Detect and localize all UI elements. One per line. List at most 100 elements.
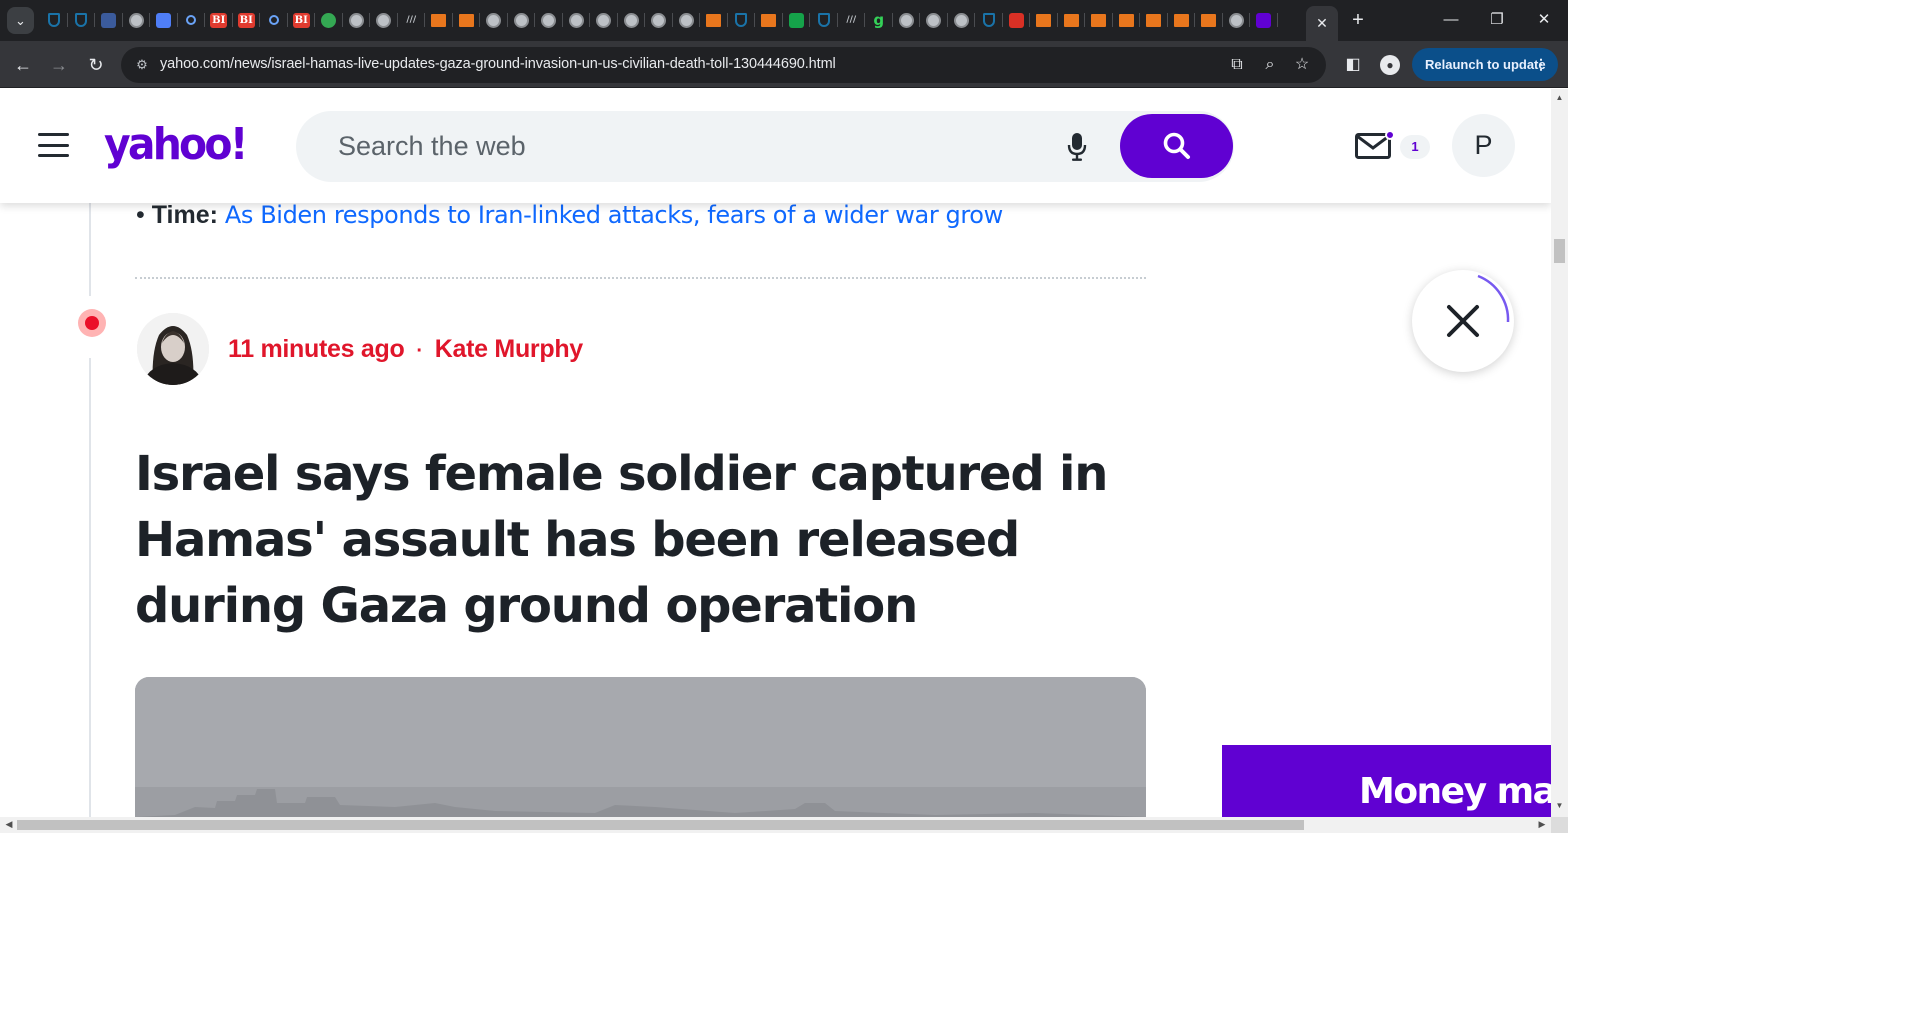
site-info-icon[interactable]: ⚙ bbox=[133, 56, 151, 74]
user-avatar[interactable]: P bbox=[1452, 114, 1515, 177]
search-button[interactable] bbox=[1120, 114, 1233, 178]
tab-bookmark-icon[interactable] bbox=[1030, 10, 1058, 30]
tab-bi-icon[interactable]: BI bbox=[288, 10, 316, 30]
tab-globe-icon[interactable] bbox=[948, 10, 976, 30]
tab-slash-icon[interactable]: /// bbox=[838, 10, 866, 30]
tab-bookmark-icon[interactable] bbox=[1195, 10, 1223, 30]
minimize-button[interactable]: — bbox=[1436, 9, 1466, 31]
tab-globe-icon[interactable] bbox=[618, 10, 646, 30]
web-page: yahoo! 1 P • Time: As Biden resp bbox=[0, 89, 1551, 817]
reload-icon[interactable]: ↻ bbox=[83, 52, 109, 78]
tab-globe-icon[interactable] bbox=[673, 10, 701, 30]
author-photo[interactable] bbox=[137, 313, 209, 385]
site-header: yahoo! 1 P bbox=[0, 89, 1551, 203]
mail-count-badge[interactable]: 1 bbox=[1400, 135, 1430, 159]
tab-list: BI BI BI//////g bbox=[40, 10, 1278, 30]
author-name[interactable]: Kate Murphy bbox=[435, 335, 583, 363]
menu-icon[interactable] bbox=[38, 133, 69, 157]
install-app-icon[interactable]: ⧉ bbox=[1226, 54, 1248, 76]
tab-play-icon[interactable] bbox=[315, 10, 343, 30]
tab-bookmark-icon[interactable] bbox=[1058, 10, 1086, 30]
tab-globe-icon[interactable] bbox=[343, 10, 371, 30]
post-headline: Israel says female soldier captured in H… bbox=[135, 446, 1108, 634]
tab-search-button[interactable]: ⌄ bbox=[7, 7, 34, 34]
tab-bookmark-icon[interactable] bbox=[1168, 10, 1196, 30]
tab-globe-icon[interactable] bbox=[590, 10, 618, 30]
tab-globe-icon[interactable] bbox=[535, 10, 563, 30]
tab-globe-icon[interactable] bbox=[370, 10, 398, 30]
address-bar[interactable]: ⚙ yahoo.com/news/israel-hamas-live-updat… bbox=[121, 47, 1326, 83]
scroll-down-icon[interactable]: ▼ bbox=[1554, 801, 1565, 813]
microphone-icon[interactable] bbox=[1067, 132, 1087, 162]
post-meta: 11 minutes ago · Kate Murphy bbox=[228, 335, 583, 364]
tab-bookmark-icon[interactable] bbox=[1140, 10, 1168, 30]
close-button[interactable] bbox=[1412, 270, 1514, 372]
tab-shield-icon[interactable] bbox=[728, 10, 756, 30]
article-image[interactable] bbox=[135, 677, 1146, 817]
close-window-button[interactable]: ✕ bbox=[1529, 9, 1559, 31]
bullet-source: Time: bbox=[151, 201, 218, 229]
tab-red-icon[interactable] bbox=[1003, 10, 1031, 30]
horizontal-scroll-thumb[interactable] bbox=[17, 820, 1304, 830]
tab-bookmark-icon[interactable] bbox=[425, 10, 453, 30]
scroll-up-icon[interactable]: ▲ bbox=[1554, 93, 1565, 105]
tab-globe-icon[interactable] bbox=[893, 10, 921, 30]
zoom-icon[interactable]: ⌕ bbox=[1259, 54, 1281, 76]
tab-shield-icon[interactable] bbox=[40, 10, 68, 30]
tab-globe-icon[interactable] bbox=[508, 10, 536, 30]
ad-text: Money mar bbox=[1359, 771, 1551, 812]
scrollbar-corner bbox=[1551, 817, 1568, 833]
tab-bi-icon[interactable]: BI bbox=[233, 10, 261, 30]
horizontal-scrollbar[interactable]: ◀ ▶ bbox=[0, 817, 1551, 833]
related-article-link[interactable]: As Biden responds to Iran-linked attacks… bbox=[225, 201, 1003, 229]
forward-arrow-icon[interactable]: → bbox=[46, 52, 72, 78]
loading-spinner-icon bbox=[1477, 274, 1510, 323]
tab-bookmark-icon[interactable] bbox=[700, 10, 728, 30]
bookmark-star-icon[interactable]: ☆ bbox=[1291, 54, 1313, 76]
search-bar bbox=[296, 111, 1234, 182]
active-tab[interactable]: ✕ bbox=[1306, 6, 1338, 41]
tab-shield-icon[interactable] bbox=[975, 10, 1003, 30]
vertical-scroll-thumb[interactable] bbox=[1554, 239, 1565, 263]
advertisement-banner[interactable]: Money mar bbox=[1222, 745, 1551, 817]
tab-purple-icon[interactable] bbox=[1250, 10, 1278, 30]
tab-green-icon[interactable] bbox=[783, 10, 811, 30]
tab-globe-icon[interactable] bbox=[1223, 10, 1251, 30]
back-arrow-icon[interactable]: ← bbox=[10, 52, 36, 78]
close-tab-icon[interactable]: ✕ bbox=[1316, 15, 1328, 32]
tab-globe-icon[interactable] bbox=[645, 10, 673, 30]
scroll-left-icon[interactable]: ◀ bbox=[3, 819, 15, 831]
tab-bookmark-icon[interactable] bbox=[1113, 10, 1141, 30]
tab-strip: ⌄ BI BI BI//////g ✕ + — ❐ ✕ bbox=[0, 0, 1568, 41]
vertical-scrollbar[interactable]: ▲ ▼ bbox=[1551, 89, 1568, 817]
tab-shield-icon[interactable] bbox=[68, 10, 96, 30]
url-text[interactable]: yahoo.com/news/israel-hamas-live-updates… bbox=[160, 56, 836, 72]
tab-mag-icon[interactable] bbox=[178, 10, 206, 30]
related-link-bullet: • Time: As Biden responds to Iran-linked… bbox=[136, 201, 1003, 229]
search-input[interactable] bbox=[338, 111, 998, 182]
profile-icon[interactable]: ● bbox=[1380, 55, 1400, 75]
tab-bookmark-icon[interactable] bbox=[1085, 10, 1113, 30]
tab-globe-icon[interactable] bbox=[920, 10, 948, 30]
scroll-right-icon[interactable]: ▶ bbox=[1536, 819, 1548, 831]
relaunch-to-update-button[interactable]: Relaunch to update ⋮ bbox=[1412, 48, 1558, 81]
tab-bookmark-icon[interactable] bbox=[755, 10, 783, 30]
tab-globe-icon[interactable] bbox=[480, 10, 508, 30]
new-tab-button[interactable]: + bbox=[1347, 9, 1369, 31]
more-menu-icon[interactable]: ⋮ bbox=[1534, 48, 1548, 81]
tab-bookmark-icon[interactable] bbox=[453, 10, 481, 30]
post-divider bbox=[135, 277, 1146, 279]
tab-g-icon[interactable]: g bbox=[865, 10, 893, 30]
maximize-button[interactable]: ❐ bbox=[1482, 9, 1512, 31]
tab-flag-icon[interactable] bbox=[95, 10, 123, 30]
tab-bi-icon[interactable]: BI bbox=[205, 10, 233, 30]
tab-shield-icon[interactable] bbox=[810, 10, 838, 30]
yahoo-logo[interactable]: yahoo! bbox=[104, 119, 248, 170]
tab-mag-icon[interactable] bbox=[260, 10, 288, 30]
tab-globe-icon[interactable] bbox=[563, 10, 591, 30]
tab-slash-icon[interactable]: /// bbox=[398, 10, 426, 30]
side-panel-icon[interactable]: ◧ bbox=[1341, 53, 1365, 77]
tab-globe-icon[interactable] bbox=[123, 10, 151, 30]
relaunch-label: Relaunch to update bbox=[1425, 57, 1546, 72]
tab-grad-icon[interactable] bbox=[150, 10, 178, 30]
